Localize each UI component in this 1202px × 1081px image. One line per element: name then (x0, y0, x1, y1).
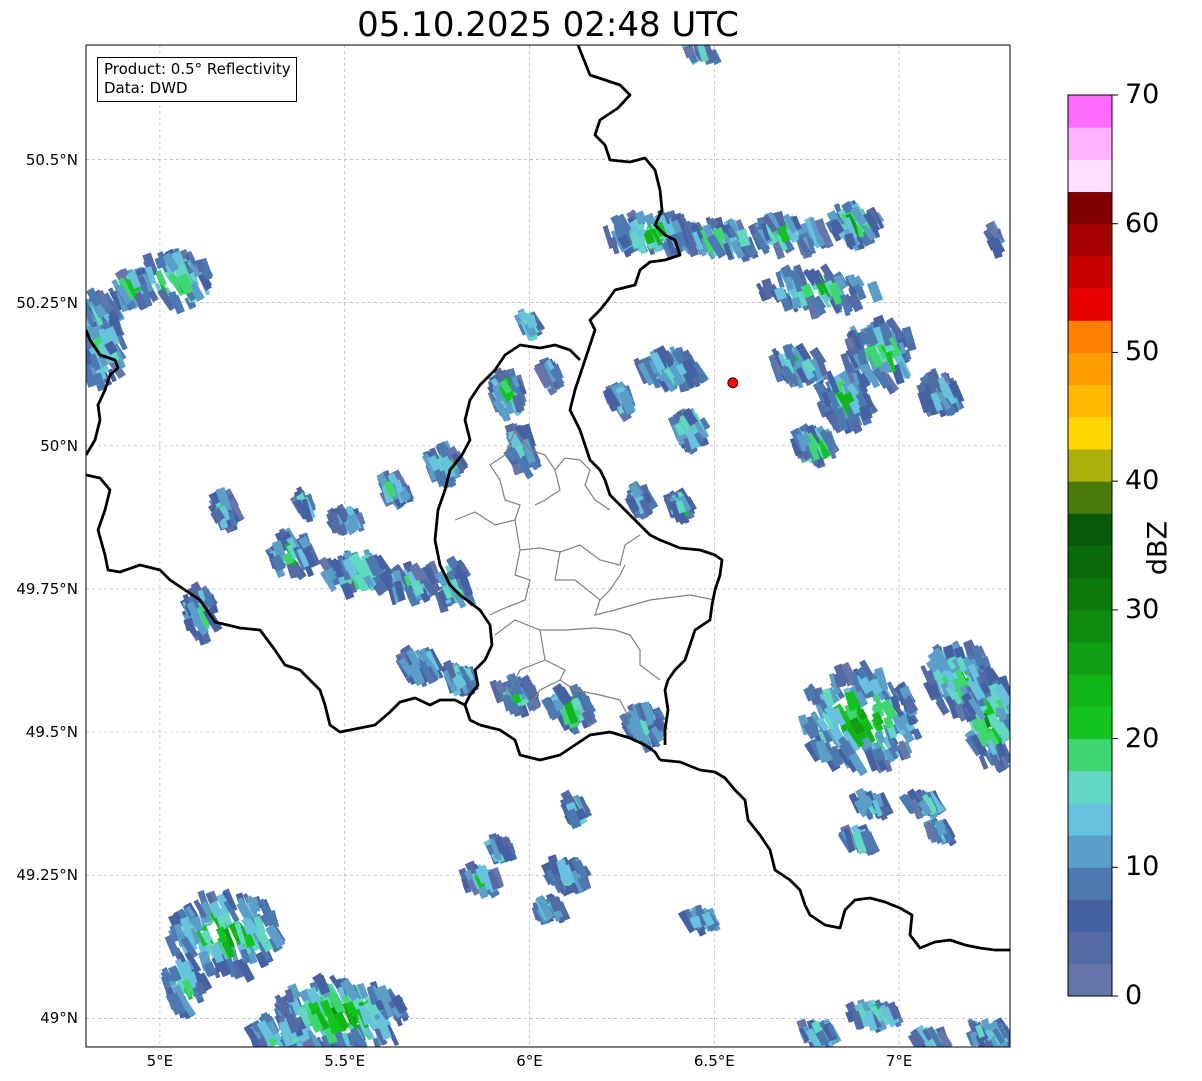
radar-map[interactable] (0, 0, 1202, 1081)
data-source-label: Data: DWD (104, 79, 188, 97)
lat-tick-label: 49.25°N (16, 866, 78, 885)
lat-tick-label: 49.5°N (25, 723, 78, 742)
lat-tick-label: 49.75°N (16, 579, 78, 598)
radar-site-marker[interactable] (727, 377, 739, 389)
colorbar-tick-label: 60 (1125, 207, 1160, 239)
lat-tick-label: 50.25°N (16, 293, 78, 312)
colorbar-tick-label: 40 (1125, 465, 1160, 497)
colorbar-tick-label: 70 (1125, 79, 1160, 110)
colorbar-tick-label: 20 (1125, 722, 1160, 754)
echo-cell (86, 340, 88, 359)
lon-tick-label: 6°E (516, 1052, 543, 1070)
product-label: Product: 0.5° Reflectivity (104, 60, 291, 78)
colorbar-tick-label: 50 (1125, 336, 1160, 368)
lon-tick-label: 5°E (146, 1052, 174, 1070)
colorbar-tick-label: 0 (1125, 980, 1143, 1011)
lon-tick-label: 6.5°E (693, 1052, 735, 1070)
lat-tick-label: 50.5°N (25, 150, 78, 169)
lat-tick-label: 50°N (40, 436, 78, 455)
lon-tick-label: 7°E (885, 1052, 913, 1070)
product-info-box: Product: 0.5° Reflectivity Data: DWD (97, 57, 297, 102)
colorbar-tick-label: 10 (1125, 851, 1160, 883)
lon-tick-label: 5.5°E (324, 1052, 366, 1070)
colorbar-tick-label: 30 (1125, 593, 1160, 625)
colorbar-label: dBZ (1142, 520, 1174, 576)
lat-tick-label: 49°N (40, 1009, 78, 1028)
